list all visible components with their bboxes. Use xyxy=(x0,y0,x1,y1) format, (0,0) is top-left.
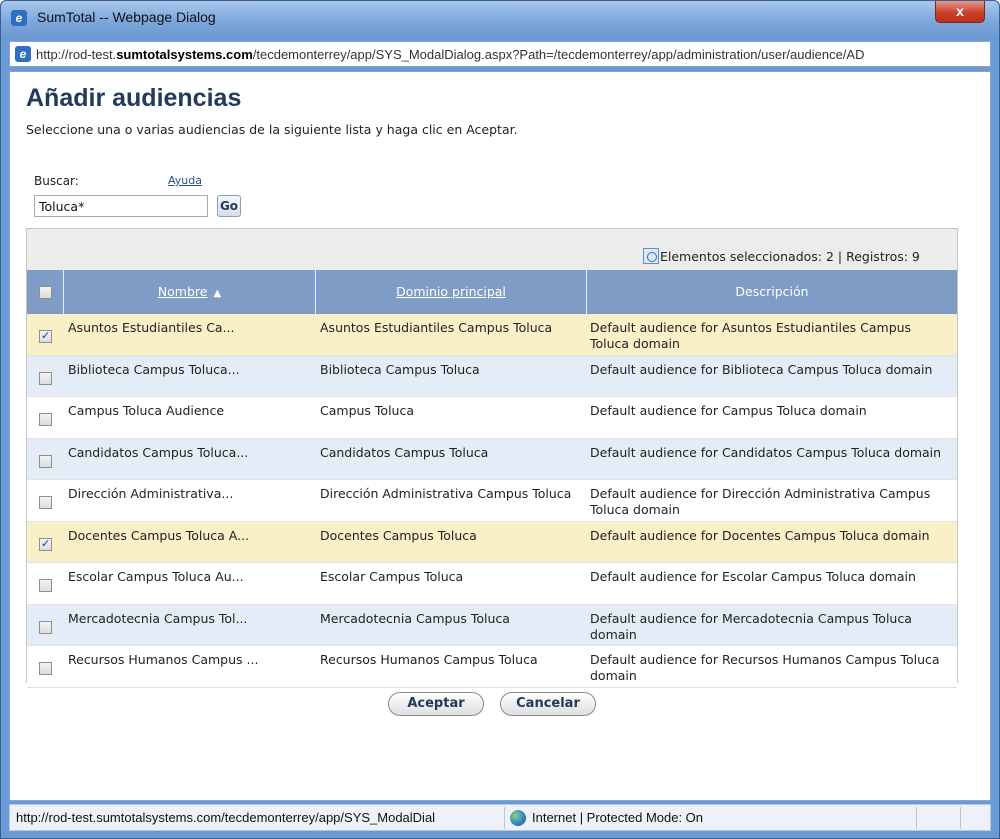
row-checkbox[interactable] xyxy=(39,620,52,634)
audience-name: Asuntos Estudiantiles Ca... xyxy=(68,320,235,335)
grid-toolbar: Elementos seleccionados: 2 | Registros: … xyxy=(27,229,957,270)
status-divider xyxy=(504,807,505,829)
status-bar: http://rod-test.sumtotalsystems.com/tecd… xyxy=(9,804,991,831)
audience-name: Escolar Campus Toluca Au... xyxy=(68,569,244,584)
security-zone: Internet | Protected Mode: On xyxy=(532,810,704,825)
primary-domain: Recursos Humanos Campus Toluca xyxy=(320,652,538,667)
row-checkbox[interactable] xyxy=(39,329,52,343)
table-row[interactable]: Candidatos Campus Toluca... Candidatos Ca… xyxy=(27,438,957,480)
status-url: http://rod-test.sumtotalsystems.com/tecd… xyxy=(16,810,436,825)
go-button[interactable]: Go xyxy=(217,195,241,217)
audience-description: Default audience for Campus Toluca domai… xyxy=(590,403,867,418)
dialog-window: e SumTotal -- Webpage Dialog x e http://… xyxy=(0,0,1000,839)
primary-domain: Mercadotecnia Campus Toluca xyxy=(320,610,510,626)
row-checkbox[interactable] xyxy=(39,496,52,509)
audience-description: Default audience for Dirección Administr… xyxy=(590,486,931,517)
grid-header: Nombre ▲ Dominio principal Descripción xyxy=(27,270,957,314)
address-bar: e http://rod-test.sumtotalsystems.com/te… xyxy=(9,41,991,67)
primary-domain: Biblioteca Campus Toluca xyxy=(320,361,480,377)
table-row[interactable]: Escolar Campus Toluca Au... Escolar Campu… xyxy=(27,563,957,605)
audience-name: Campus Toluca Audience xyxy=(68,403,225,418)
audience-grid: Elementos seleccionados: 2 | Registros: … xyxy=(26,228,958,688)
row-checkbox[interactable] xyxy=(39,537,52,551)
primary-domain: Candidatos Campus Toluca xyxy=(320,444,489,460)
sort-domain-link[interactable]: Dominio principal xyxy=(396,284,506,299)
audience-name: Biblioteca Campus Toluca... xyxy=(68,361,240,377)
search-input[interactable] xyxy=(34,195,208,217)
sort-ascending-icon: ▲ xyxy=(213,288,222,299)
title-bar[interactable]: e SumTotal -- Webpage Dialog x xyxy=(1,1,999,35)
address-text: http://rod-test.sumtotalsystems.com/tecd… xyxy=(36,47,865,62)
audience-description: Default audience for Escolar Campus Tolu… xyxy=(590,569,916,584)
select-all-header xyxy=(27,270,64,314)
globe-icon xyxy=(510,810,526,826)
ie-icon: e xyxy=(11,10,27,26)
sort-name-link[interactable]: Nombre xyxy=(158,284,208,299)
selected-items-icon[interactable] xyxy=(643,248,659,264)
table-row[interactable]: Asuntos Estudiantiles Ca... Asuntos Estud… xyxy=(27,314,957,356)
primary-domain: Dirección Administrativa Campus Toluca xyxy=(320,486,572,501)
table-row[interactable]: Biblioteca Campus Toluca... Biblioteca Ca… xyxy=(27,355,957,397)
page-subtitle: Seleccione una o varias audiencias de la… xyxy=(26,122,518,137)
row-checkbox[interactable] xyxy=(39,413,52,426)
close-button[interactable]: x xyxy=(935,1,985,23)
table-row[interactable]: Recursos Humanos Campus ... Recursos Huma… xyxy=(27,646,957,688)
status-divider xyxy=(960,807,961,829)
audience-name: Docentes Campus Toluca A... xyxy=(68,527,250,543)
selection-summary: Elementos seleccionados: 2 | Registros: … xyxy=(660,249,920,264)
primary-domain: Docentes Campus Toluca xyxy=(320,527,477,543)
page-title: Añadir audiencias xyxy=(26,84,242,112)
status-divider xyxy=(916,807,917,829)
primary-domain: Asuntos Estudiantiles Campus Toluca xyxy=(320,320,553,335)
audience-description: Default audience for Mercadotecnia Campu… xyxy=(590,610,912,642)
column-header-description: Descripción xyxy=(735,284,809,299)
window-title: SumTotal -- Webpage Dialog xyxy=(37,9,216,25)
audience-name: Dirección Administrativa... xyxy=(68,486,234,501)
page-icon: e xyxy=(15,46,31,62)
accept-button[interactable]: Aceptar xyxy=(388,692,484,716)
search-label: Buscar: xyxy=(34,174,79,188)
audience-description: Default audience for Docentes Campus Tol… xyxy=(590,527,930,543)
dialog-content: Añadir audiencias Seleccione una o varia… xyxy=(9,71,991,801)
table-row[interactable]: Docentes Campus Toluca A... Docentes Camp… xyxy=(27,521,957,563)
row-checkbox[interactable] xyxy=(39,662,52,675)
audience-name: Mercadotecnia Campus Tol... xyxy=(68,610,248,626)
table-row[interactable]: Mercadotecnia Campus Tol... Mercadotecnia… xyxy=(27,604,957,646)
table-row[interactable]: Dirección Administrativa... Dirección Adm… xyxy=(27,480,957,522)
row-checkbox[interactable] xyxy=(39,454,52,468)
audience-description: Default audience for Asuntos Estudiantil… xyxy=(590,320,912,351)
audience-name: Recursos Humanos Campus ... xyxy=(68,652,259,667)
audience-name: Candidatos Campus Toluca... xyxy=(68,444,249,460)
table-row[interactable]: Campus Toluca Audience Campus Toluca Defau… xyxy=(27,397,957,439)
audience-description: Default audience for Candidatos Campus T… xyxy=(590,444,942,460)
row-checkbox[interactable] xyxy=(39,371,52,385)
audience-description: Default audience for Recursos Humanos Ca… xyxy=(590,652,940,683)
audience-description: Default audience for Biblioteca Campus T… xyxy=(590,361,933,377)
help-link[interactable]: Ayuda xyxy=(168,174,202,187)
cancel-button[interactable]: Cancelar xyxy=(500,692,596,716)
select-all-checkbox[interactable] xyxy=(39,286,52,299)
column-header-name[interactable]: Nombre ▲ xyxy=(64,270,316,314)
row-checkbox[interactable] xyxy=(39,579,52,592)
primary-domain: Escolar Campus Toluca xyxy=(320,569,464,584)
primary-domain: Campus Toluca xyxy=(320,403,414,418)
column-header-domain[interactable]: Dominio principal xyxy=(316,270,587,314)
